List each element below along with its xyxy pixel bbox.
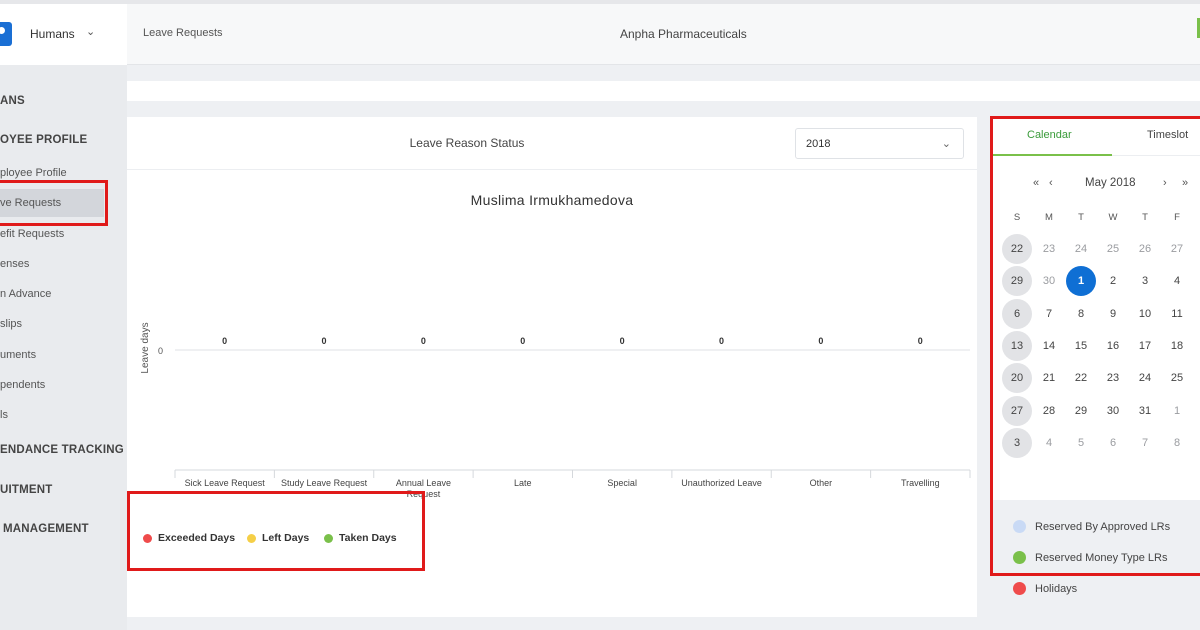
x-tick-label: Sick Leave Request [185, 478, 266, 488]
x-tick-label: Late [514, 478, 532, 488]
x-tick-label: Unauthorized Leave [681, 478, 762, 488]
highlight-box-leave-requests [0, 180, 108, 226]
sidebar-section-recruitment[interactable]: UITMENT [0, 484, 53, 496]
x-tick-label: Other [810, 478, 833, 488]
chevron-down-icon: ⌄ [941, 138, 951, 150]
y-axis-label: Leave days [140, 322, 151, 373]
legend-holidays: Holidays [1013, 582, 1077, 595]
data-label: 0 [222, 336, 227, 346]
sidebar-item-salary-advance[interactable]: n Advance [0, 288, 51, 300]
year-select-value: 2018 [806, 138, 831, 150]
year-select[interactable]: 2018 ⌄ [795, 128, 964, 159]
top-header: Leave Requests Anpha Pharmaceuticals [127, 4, 1200, 65]
sidebar-item-benefit-requests[interactable]: efit Requests [0, 228, 64, 240]
breadcrumb[interactable]: Leave Requests [143, 27, 223, 39]
logo-icon [0, 22, 12, 46]
x-tick-label: Annual Leave [396, 478, 451, 488]
card-title: Leave Reason Status [409, 136, 525, 150]
y-tick-label: 0 [158, 346, 163, 356]
leave-chart: Muslima Irmukhamedova Leave days 0 0 Sick L… [127, 170, 977, 500]
sidebar-item-expenses[interactable]: enses [0, 258, 29, 270]
x-tick-label: Travelling [901, 478, 940, 488]
x-tick-label: Study Leave Request [281, 478, 368, 488]
red-dot-icon [1013, 582, 1026, 595]
sidebar-item-employee-profile[interactable]: ployee Profile [0, 167, 67, 179]
data-label: 0 [818, 336, 823, 346]
company-name: Anpha Pharmaceuticals [620, 27, 747, 41]
data-label: 0 [918, 336, 923, 346]
data-label: 0 [719, 336, 724, 346]
chart-svg: Leave days 0 0 Sick Leave Request 0 Study Lea… [140, 322, 971, 499]
sidebar-section-management[interactable]: MANAGEMENT [3, 523, 89, 535]
highlight-box-calendar [990, 116, 1200, 576]
x-tick-label: Special [607, 478, 637, 488]
chevron-down-icon: ⌄ [86, 26, 96, 38]
highlight-box-legend [127, 491, 425, 571]
leave-reason-card: Leave Reason Status 2018 ⌄ Muslima Irmuk… [127, 117, 977, 617]
sidebar-item-payslips[interactable]: slips [0, 318, 22, 330]
filter-strip [127, 81, 1200, 101]
sidebar-section-employee-profile[interactable]: OYEE PROFILE [0, 134, 87, 146]
data-label: 0 [421, 336, 426, 346]
data-label: 0 [620, 336, 625, 346]
sidebar-item-dependents[interactable]: pendents [0, 379, 45, 391]
sidebar-section-humans[interactable]: ANS [0, 95, 25, 107]
sidebar-item-documents[interactable]: uments [0, 349, 36, 361]
legend-label: Holidays [1035, 582, 1078, 595]
data-label: 0 [520, 336, 525, 346]
sidebar-section-attendance-tracking[interactable]: ENDANCE TRACKING [0, 444, 124, 456]
sidebar: Humans ⌄ ANS OYEE PROFILE ployee Profile… [0, 4, 127, 630]
sidebar-item-skills[interactable]: ls [0, 409, 8, 421]
brand-name: Humans [30, 27, 75, 41]
card-header: Leave Reason Status 2018 ⌄ [127, 117, 977, 170]
brand-switcher[interactable]: Humans ⌄ [0, 4, 127, 65]
data-label: 0 [322, 336, 327, 346]
